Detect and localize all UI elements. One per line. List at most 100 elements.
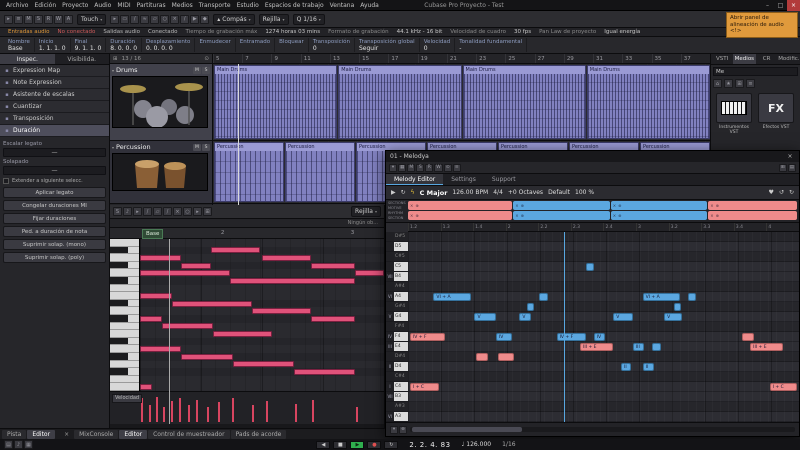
maximize-icon[interactable]: □ [774,0,787,11]
menu-item-espacios-de-trabajo[interactable]: Espacios de trabajo [262,0,327,11]
transport-quantize[interactable]: 1/16 [502,441,515,448]
transport-position[interactable]: 2. 2. 4. 83 [409,441,450,449]
segment-icon[interactable]: ⊕ [521,213,524,218]
melody-tab-settings[interactable]: Settings [443,174,484,185]
piano-key[interactable] [110,292,139,300]
rewind-button[interactable]: ◀ [316,441,330,449]
piano-keyboard[interactable] [110,239,140,391]
octave-selector[interactable]: +0 Octaves [508,189,543,196]
segment-icon[interactable]: × [613,213,616,218]
inspector-section-expression-map[interactable]: ▪Expression Map [0,65,109,77]
panel-icon[interactable]: ▤ [788,164,796,172]
melody-note[interactable]: V [613,313,633,321]
loop-icon[interactable]: ↻ [401,189,406,196]
segment-icon[interactable]: × [710,203,713,208]
piano-key[interactable]: B4 [394,272,408,281]
extend-to-next-selected-row[interactable]: Extender a siguiente selecc. [3,178,106,184]
right-zone-tab-medios[interactable]: Medios [733,54,755,64]
track-solo-button[interactable]: S [202,67,210,74]
piano-key[interactable]: D5 [394,242,408,251]
piano-key[interactable]: D#4 [394,352,408,361]
velocity-bar[interactable] [218,402,220,422]
segment-icon[interactable]: × [515,203,518,208]
write-button[interactable]: W [434,164,442,172]
piano-key[interactable] [110,353,139,361]
piano-key[interactable] [110,338,139,346]
right-zone-tab-cr[interactable]: CR [756,54,778,64]
section-segment[interactable]: ×⊕ [408,201,512,210]
piano-key[interactable] [110,262,139,270]
midi-note[interactable] [140,293,172,299]
redo-icon[interactable]: ↻ [789,189,794,196]
track-solo-button[interactable]: S [202,144,210,151]
menu-item-transporte[interactable]: Transporte [196,0,234,11]
draw-tool-icon[interactable]: / [143,207,152,216]
piano-key[interactable] [110,277,139,285]
menu-item-medios[interactable]: Medios [169,0,196,11]
melody-note[interactable] [498,353,514,361]
snap-icon[interactable]: ⊞ [203,207,212,216]
instrument-icon[interactable]: ▦ [398,164,406,172]
autoscroll-icon[interactable]: ▸ [193,207,202,216]
inspector-section-duración[interactable]: ▪Duración [0,125,109,137]
object-selection-tool-icon[interactable]: ▸ [110,15,119,24]
piano-key[interactable]: C#5 [394,252,408,261]
melody-note[interactable]: I + C [410,383,439,391]
midi-note[interactable] [172,301,253,307]
piano-key[interactable]: D4 [394,362,408,371]
expand-track-icon[interactable]: ▾ [112,68,114,73]
melody-note[interactable]: IV + F [557,333,586,341]
melody-note-grid[interactable]: VI + AVI + AVVVVIV + FIVIV + FIVIII + EI… [408,232,799,422]
minimize-icon[interactable]: – [761,0,774,11]
piano-key[interactable] [110,239,139,247]
audio-activity-icon[interactable]: ▦ [24,440,33,449]
piano-key[interactable] [110,361,139,369]
mute-tool-icon[interactable]: × [170,15,179,24]
segment-icon[interactable]: × [410,203,413,208]
melody-note[interactable]: V [664,313,682,321]
mute-state-icon[interactable]: M [24,15,33,24]
segment-icon[interactable]: ⊕ [521,203,524,208]
play-tool-icon[interactable]: ▶ [190,15,199,24]
piano-key[interactable]: A#4 [394,282,408,291]
vst-effects-tile[interactable]: FX Efectos VST [757,93,795,135]
section-segment[interactable]: ×⊕ [708,211,797,220]
melody-ruler[interactable]: 1.21.31.422.22.32.433.23.33.44 [408,223,799,232]
piano-key[interactable]: G4 [394,312,408,321]
track-mute-button[interactable]: M [193,67,201,74]
scrollbar-thumb[interactable] [412,427,522,432]
melody-note[interactable]: VI + A [643,293,680,301]
info-field-value[interactable]: Seguir [359,45,415,52]
close-icon[interactable]: × [787,0,800,11]
piano-key[interactable] [110,254,139,262]
piano-key[interactable]: G#4 [394,302,408,311]
velocity-bar[interactable] [156,397,158,422]
melody-note[interactable]: IV [594,333,606,341]
inspector-tab-inspec[interactable]: Inspec. [0,54,55,64]
inspector-section-asistente-de-escalas[interactable]: ▪Asistente de escalas [0,89,109,101]
midi-note[interactable] [140,316,162,322]
list-view-icon[interactable]: ≡ [746,79,755,88]
lower-tab-control-de-muestreador[interactable]: Control de muestreador [148,430,229,439]
duration-action-button[interactable]: Suprimir solap. (poly) [3,252,106,263]
segment-icon[interactable]: × [613,203,616,208]
piano-key[interactable]: F4 [394,332,408,341]
undo-icon[interactable]: ↺ [779,189,784,196]
midi-note[interactable] [140,346,181,352]
piano-key[interactable]: A4 [394,292,408,301]
menu-icon[interactable]: ≡ [453,164,461,172]
split-tool-icon[interactable]: / [163,207,172,216]
info-field-value[interactable]: 8. 0. 0. 0 [110,45,137,52]
velocity-bar[interactable] [266,401,268,422]
add-icon[interactable]: ⊕ [399,426,407,434]
bpm-display[interactable]: 126.00 BPM [452,189,488,196]
melody-note[interactable]: IV [496,333,512,341]
velocity-bar[interactable] [207,407,209,422]
menu-item-midi[interactable]: MIDI [114,0,133,11]
melody-note[interactable] [527,303,534,311]
record-button[interactable]: ● [367,441,381,449]
lower-tab-editor[interactable]: Editor [119,430,147,439]
velocity-bar[interactable] [356,407,358,422]
transport-tempo[interactable]: ♩ 126.000 [462,441,492,448]
solo-button[interactable]: S [416,164,424,172]
